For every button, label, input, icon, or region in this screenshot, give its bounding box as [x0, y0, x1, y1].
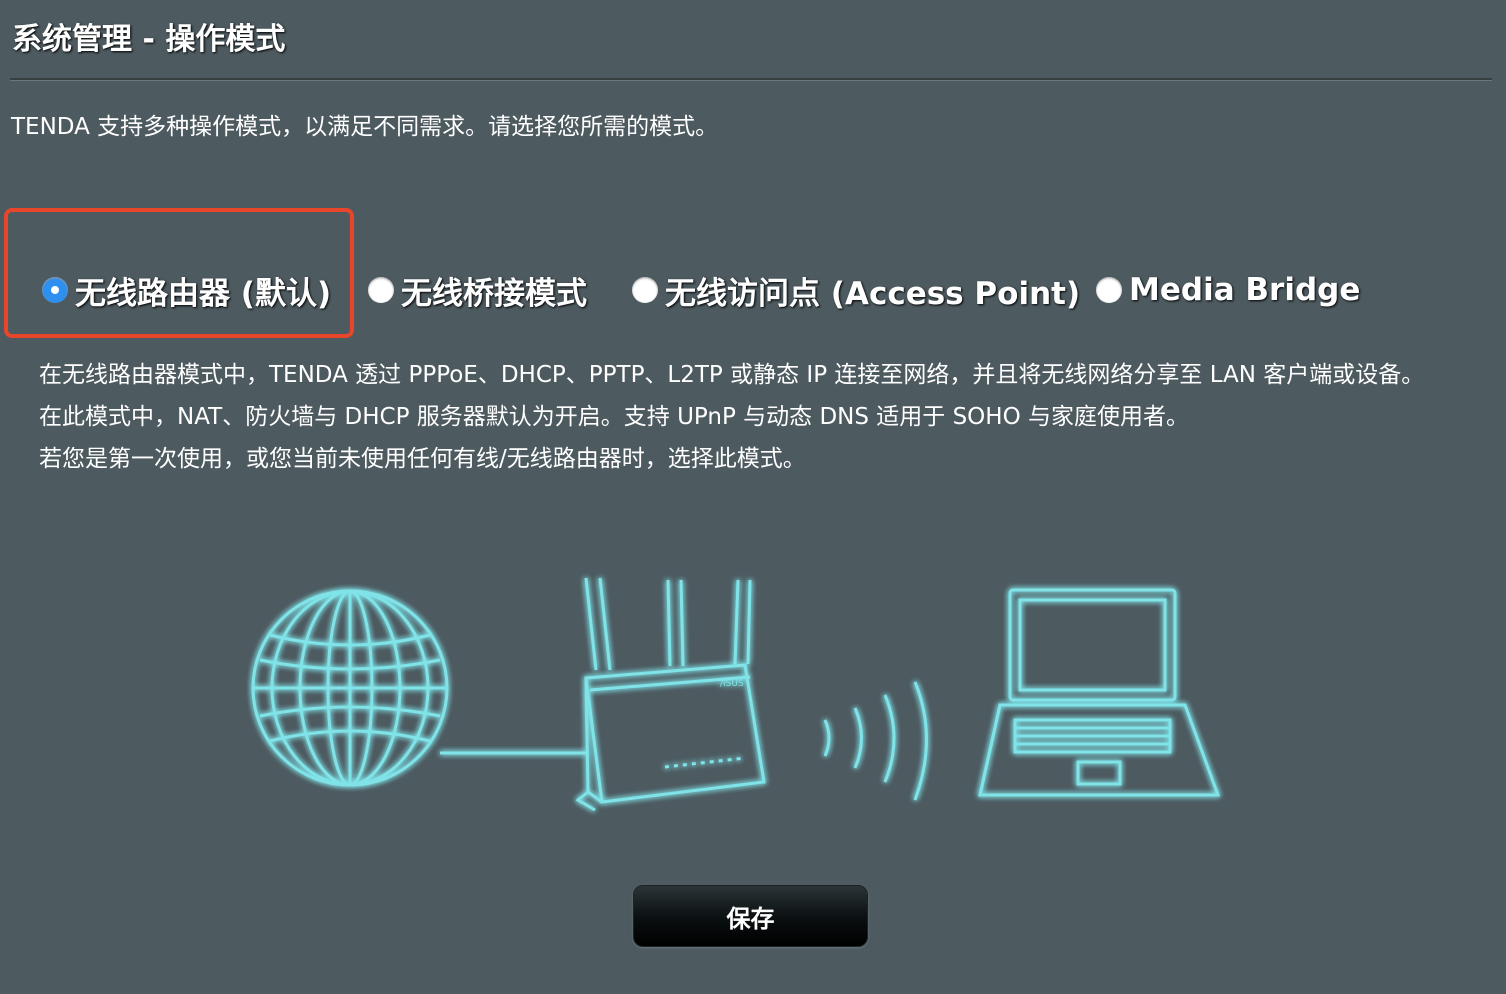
radio-access-point[interactable]	[632, 277, 658, 303]
intro-text: TENDA 支持多种操作模式，以满足不同需求。请选择您所需的模式。	[11, 114, 719, 140]
description-line: 若您是第一次使用，或您当前未使用任何有线/无线路由器时，选择此模式。	[39, 446, 806, 472]
mode-option-wireless-bridge[interactable]: 无线桥接模式	[368, 268, 587, 312]
mode-option-media-bridge[interactable]: Media Bridge	[1096, 268, 1360, 312]
mode-label-media-bridge: Media Bridge	[1129, 272, 1361, 308]
wifi-waves-icon	[823, 681, 928, 801]
mode-option-wireless-router[interactable]: 无线路由器 (默认)	[42, 268, 331, 312]
title-divider	[10, 78, 1492, 81]
description-line: 在此模式中，NAT、防火墙与 DHCP 服务器默认为开启。支持 UPnP 与动态…	[39, 404, 1189, 430]
save-button[interactable]: 保存	[633, 885, 868, 947]
laptop-icon	[978, 588, 1221, 797]
description-line: 在无线路由器模式中，TENDA 透过 PPPoE、DHCP、PPTP、L2TP …	[39, 362, 1425, 388]
page-title: 系统管理 - 操作模式	[12, 22, 286, 57]
mode-option-access-point[interactable]: 无线访问点 (Access Point)	[632, 268, 1080, 312]
mode-label-wireless-router: 无线路由器 (默认)	[75, 275, 332, 312]
radio-wireless-bridge[interactable]	[368, 277, 394, 303]
radio-media-bridge[interactable]	[1096, 277, 1122, 303]
router-icon: /ISUS	[575, 577, 766, 812]
globe-icon	[251, 589, 449, 787]
mode-label-wireless-bridge: 无线桥接模式	[401, 275, 587, 312]
network-illustration: /ISUS	[251, 577, 1221, 812]
router-logo: /ISUS	[720, 679, 744, 689]
radio-wireless-router[interactable]	[42, 277, 68, 303]
mode-description: 在无线路由器模式中，TENDA 透过 PPPoE、DHCP、PPTP、L2TP …	[39, 354, 1449, 480]
mode-label-access-point: 无线访问点 (Access Point)	[665, 275, 1081, 312]
